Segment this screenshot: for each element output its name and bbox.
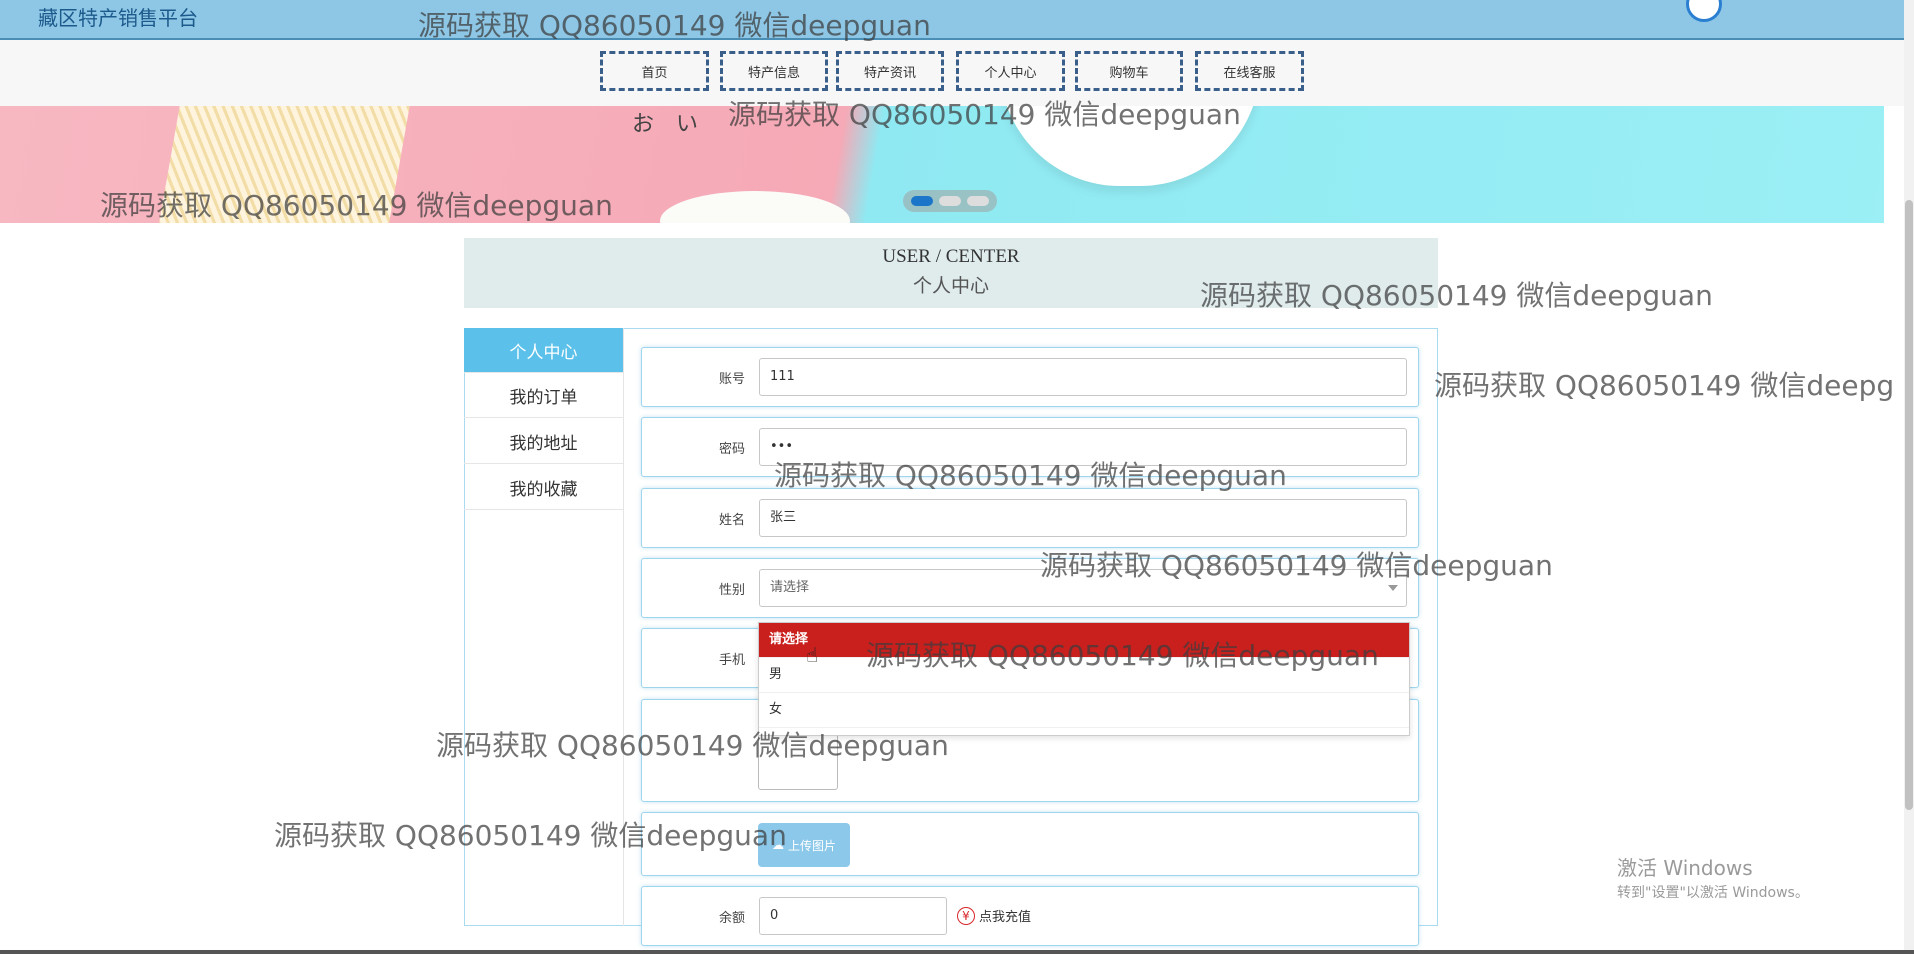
carousel-dot-3[interactable]	[967, 196, 989, 206]
bottom-edge	[0, 950, 1914, 954]
nav-cart[interactable]: 购物车	[1075, 51, 1183, 91]
upload-button-label: 上传图片	[787, 838, 836, 853]
user-sidebar: 个人中心 我的订单 我的地址 我的收藏	[464, 328, 624, 926]
carousel-dot-1[interactable]	[911, 196, 933, 206]
banner-bowl-image	[1000, 106, 1260, 186]
section-title-zh: 个人中心	[912, 276, 989, 297]
recharge-link[interactable]: ¥ 点我充值	[957, 906, 1031, 925]
account-label: 账号	[718, 371, 745, 387]
upload-image-button[interactable]: ☁ 上传图片	[758, 823, 850, 867]
gender-row: 性别 请选择	[641, 558, 1419, 618]
carousel-indicators	[903, 190, 997, 212]
cloud-upload-icon: ☁	[771, 838, 784, 852]
banner-plate-image	[660, 191, 850, 223]
gender-select-value: 请选择	[770, 580, 810, 595]
password-input[interactable]: •••	[759, 428, 1407, 466]
password-row: 密码 •••	[641, 417, 1419, 477]
section-header: USER / CENTER 个人中心	[464, 238, 1438, 308]
avatar[interactable]	[1686, 0, 1722, 22]
phone-label: 手机	[718, 652, 745, 668]
banner-noodles-image	[156, 106, 414, 223]
nav-online-service[interactable]: 在线客服	[1195, 51, 1304, 91]
gender-option-male[interactable]: 男	[759, 658, 1409, 693]
balance-label: 余额	[718, 910, 745, 926]
windows-activation-hint: 转到"设置"以激活 Windows。	[1617, 885, 1809, 901]
gender-label: 性别	[718, 582, 745, 598]
chevron-down-icon	[1388, 585, 1398, 591]
hand-cursor-icon: ☝	[806, 643, 819, 667]
gender-option-placeholder[interactable]: 请选择	[759, 623, 1409, 658]
sidebar-item-my-address[interactable]: 我的地址	[464, 419, 623, 464]
account-input[interactable]: 111	[759, 358, 1407, 396]
section-title-en: USER / CENTER	[882, 246, 1020, 267]
nav-home[interactable]: 首页	[600, 51, 709, 91]
balance-input[interactable]: 0	[759, 897, 947, 935]
nav-user-center[interactable]: 个人中心	[956, 51, 1065, 91]
sidebar-item-user-center[interactable]: 个人中心	[464, 328, 623, 373]
carousel-dot-2[interactable]	[939, 196, 961, 206]
sidebar-item-my-favorites[interactable]: 我的收藏	[464, 465, 623, 510]
gender-dropdown: 请选择 男 女	[758, 622, 1410, 736]
banner-text: お い	[632, 112, 699, 137]
name-row: 姓名 张三	[641, 488, 1419, 548]
name-input[interactable]: 张三	[759, 499, 1407, 537]
password-label: 密码	[718, 441, 745, 457]
windows-activation-title: 激活 Windows	[1617, 856, 1753, 880]
banner-edge	[1884, 106, 1904, 223]
main-nav: 首页 特产信息 特产资讯 个人中心 购物车 在线客服	[0, 40, 1904, 106]
banner-carousel[interactable]: お い	[0, 106, 1904, 223]
nav-product-news[interactable]: 特产资讯	[836, 51, 944, 91]
site-title[interactable]: 藏区特产销售平台	[38, 2, 198, 31]
gender-select[interactable]: 请选择	[759, 569, 1407, 607]
yen-icon: ¥	[957, 906, 975, 925]
recharge-label: 点我充值	[979, 910, 1032, 925]
scrollbar-thumb[interactable]	[1905, 200, 1913, 810]
name-label: 姓名	[718, 512, 745, 528]
gender-option-female[interactable]: 女	[759, 693, 1409, 728]
page-scrollbar[interactable]	[1904, 0, 1914, 954]
account-row: 账号 111	[641, 347, 1419, 407]
sidebar-item-my-orders[interactable]: 我的订单	[464, 373, 623, 418]
watermark-text: 源码获取 QQ86050149 微信deepg	[1434, 369, 1895, 402]
nav-product-info[interactable]: 特产信息	[720, 51, 828, 91]
top-bar: 藏区特产销售平台	[0, 0, 1914, 40]
